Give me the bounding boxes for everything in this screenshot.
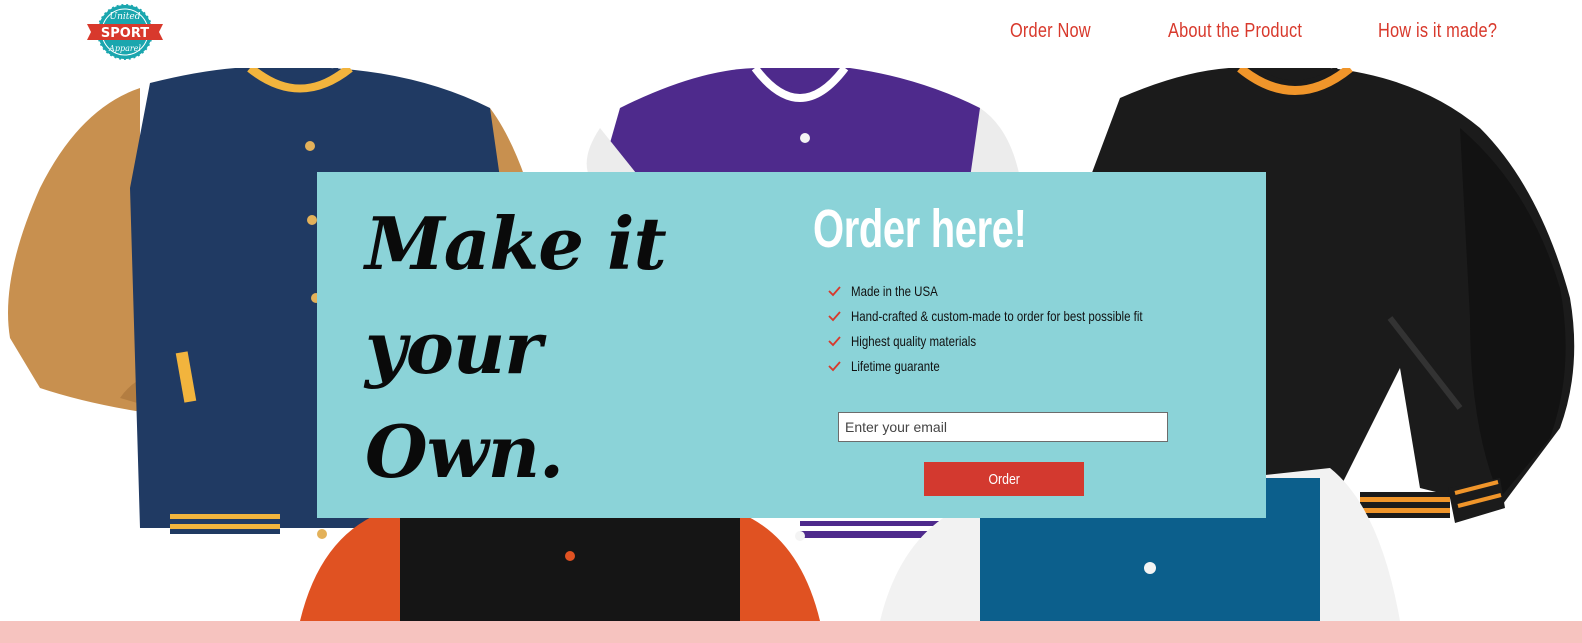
site-header: United SPORT Apparel Order Now About the… bbox=[0, 0, 1582, 68]
check-icon bbox=[828, 285, 841, 296]
feature-item: Hand-crafted & custom-made to order for … bbox=[827, 303, 1207, 328]
orange-jacket bbox=[300, 513, 820, 621]
brand-logo[interactable]: United SPORT Apparel bbox=[85, 2, 165, 62]
nav-how-made[interactable]: How is it made? bbox=[1378, 20, 1497, 43]
order-panel: Make it your Own. Order here! Made in th… bbox=[317, 172, 1266, 518]
svg-text:United: United bbox=[110, 12, 141, 22]
order-title: Order here! bbox=[813, 199, 1027, 259]
svg-text:Apparel: Apparel bbox=[108, 44, 141, 53]
feature-text: Highest quality materials bbox=[851, 332, 977, 349]
feature-text: Hand-crafted & custom-made to order for … bbox=[851, 307, 1143, 324]
check-icon bbox=[828, 360, 841, 371]
feature-list: Made in the USA Hand-crafted & custom-ma… bbox=[827, 278, 1207, 378]
feature-text: Made in the USA bbox=[851, 282, 938, 299]
feature-item: Lifetime guarante bbox=[827, 353, 1207, 378]
svg-text:SPORT: SPORT bbox=[101, 26, 149, 41]
email-input[interactable] bbox=[838, 412, 1168, 442]
check-icon bbox=[828, 310, 841, 321]
headline-line-2: your bbox=[365, 305, 542, 390]
nav-order-now[interactable]: Order Now bbox=[1010, 20, 1091, 43]
feature-item: Made in the USA bbox=[827, 278, 1207, 303]
hero-headline: Make it your Own. bbox=[365, 192, 725, 504]
feature-text: Lifetime guarante bbox=[851, 357, 940, 374]
order-button-label: Order bbox=[988, 470, 1020, 488]
footer-strip bbox=[0, 621, 1582, 643]
nav-about-product[interactable]: About the Product bbox=[1168, 20, 1302, 43]
headline-line-3: Own. bbox=[365, 409, 564, 494]
feature-item: Highest quality materials bbox=[827, 328, 1207, 353]
headline-line-1: Make it bbox=[365, 201, 667, 286]
check-icon bbox=[828, 335, 841, 346]
order-button[interactable]: Order bbox=[924, 462, 1084, 496]
logo-badge-icon: United SPORT Apparel bbox=[87, 3, 163, 61]
